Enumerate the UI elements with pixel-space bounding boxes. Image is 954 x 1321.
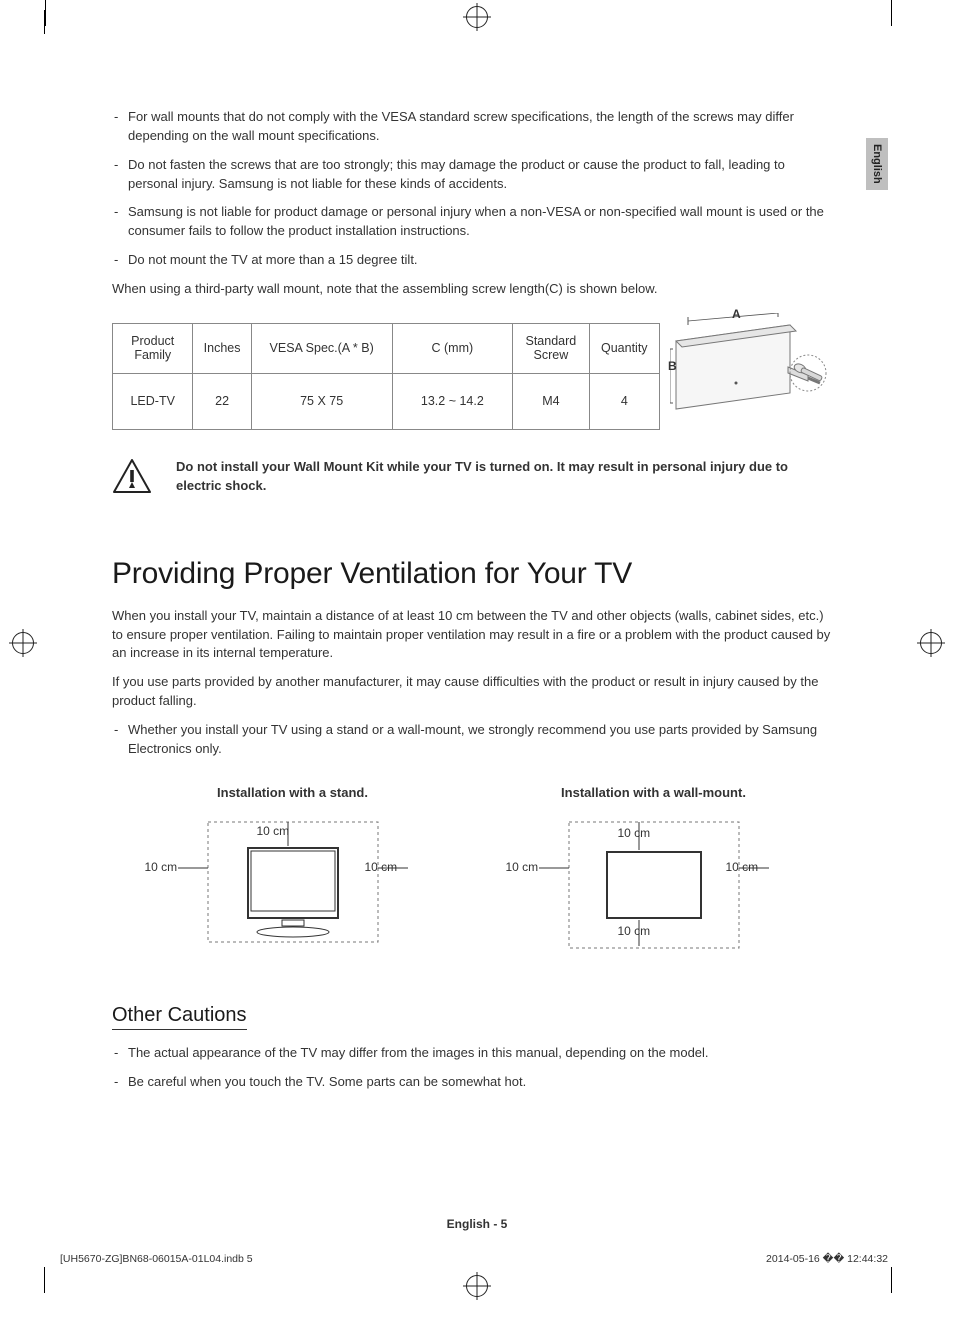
crop-mark bbox=[44, 10, 68, 34]
dist-bottom: 10 cm bbox=[618, 924, 651, 938]
page-content: For wall mounts that do not comply with … bbox=[112, 108, 834, 1101]
dist-right: 10 cm bbox=[726, 860, 759, 874]
language-tab: English bbox=[866, 138, 888, 190]
td-c-mm: 13.2 ~ 14.2 bbox=[392, 373, 513, 429]
footer-timestamp: 2014-05-16 �� 12:44:32 bbox=[766, 1253, 888, 1265]
page-footer-center: English - 5 bbox=[0, 1217, 954, 1231]
list-item: Do not mount the TV at more than a 15 de… bbox=[112, 251, 834, 270]
list-item: Be careful when you touch the TV. Some p… bbox=[112, 1073, 834, 1092]
th-product-family: Product Family bbox=[113, 323, 193, 373]
dist-top: 10 cm bbox=[257, 824, 290, 838]
registration-mark-icon bbox=[920, 632, 942, 654]
dist-right: 10 cm bbox=[365, 860, 398, 874]
footer-file: [UH5670-ZG]BN68-06015A-01L04.indb 5 bbox=[60, 1253, 253, 1265]
warning-text: Do not install your Wall Mount Kit while… bbox=[176, 458, 834, 496]
td-screw: M4 bbox=[513, 373, 589, 429]
label-b: B bbox=[668, 359, 677, 373]
install-stand-title: Installation with a stand. bbox=[133, 785, 453, 800]
th-qty: Quantity bbox=[589, 323, 659, 373]
td-vesa: 75 X 75 bbox=[251, 373, 392, 429]
registration-mark-icon bbox=[466, 6, 488, 28]
vent-paragraph-1: When you install your TV, maintain a dis… bbox=[112, 607, 834, 664]
dist-left: 10 cm bbox=[145, 860, 178, 874]
dist-top: 10 cm bbox=[618, 826, 651, 840]
install-wall-diagram: 10 cm 10 cm 10 cm 10 cm bbox=[494, 812, 814, 962]
registration-mark-icon bbox=[12, 632, 34, 654]
warning-icon bbox=[112, 458, 152, 497]
registration-mark-icon bbox=[466, 1275, 488, 1297]
language-tab-label: English bbox=[871, 144, 883, 184]
installation-diagrams: Installation with a stand. 10 cm 10 cm 1… bbox=[112, 785, 834, 962]
wall-mount-notes: For wall mounts that do not comply with … bbox=[112, 108, 834, 270]
td-qty: 4 bbox=[589, 373, 659, 429]
page-footer-meta: [UH5670-ZG]BN68-06015A-01L04.indb 5 2014… bbox=[60, 1253, 888, 1265]
list-item: The actual appearance of the TV may diff… bbox=[112, 1044, 834, 1063]
label-a: A bbox=[732, 307, 741, 321]
third-party-note: When using a third-party wall mount, not… bbox=[112, 280, 834, 299]
crop-mark bbox=[868, 10, 892, 34]
list-item: Whether you install your TV using a stan… bbox=[112, 721, 834, 759]
th-c-mm: C (mm) bbox=[392, 323, 513, 373]
spec-table: Product Family Inches VESA Spec.(A * B) … bbox=[112, 323, 660, 430]
table-row: Product Family Inches VESA Spec.(A * B) … bbox=[113, 323, 660, 373]
install-wall-title: Installation with a wall-mount. bbox=[494, 785, 814, 800]
vent-paragraph-2: If you use parts provided by another man… bbox=[112, 673, 834, 711]
th-screw: Standard Screw bbox=[513, 323, 589, 373]
section-heading-ventilation: Providing Proper Ventilation for Your TV bbox=[112, 557, 834, 591]
section-heading-other-cautions: Other Cautions bbox=[112, 1004, 247, 1030]
table-row: LED-TV 22 75 X 75 13.2 ~ 14.2 M4 4 bbox=[113, 373, 660, 429]
list-item: For wall mounts that do not comply with … bbox=[112, 108, 834, 146]
td-product-family: LED-TV bbox=[113, 373, 193, 429]
dist-left: 10 cm bbox=[506, 860, 539, 874]
list-item: Samsung is not liable for product damage… bbox=[112, 203, 834, 241]
install-stand-diagram: 10 cm 10 cm 10 cm bbox=[133, 812, 453, 962]
list-item: Do not fasten the screws that are too st… bbox=[112, 156, 834, 194]
th-inches: Inches bbox=[193, 323, 251, 373]
th-vesa: VESA Spec.(A * B) bbox=[251, 323, 392, 373]
warning-block: Do not install your Wall Mount Kit while… bbox=[112, 458, 834, 497]
vesa-diagram: A B bbox=[670, 313, 830, 423]
td-inches: 22 bbox=[193, 373, 251, 429]
